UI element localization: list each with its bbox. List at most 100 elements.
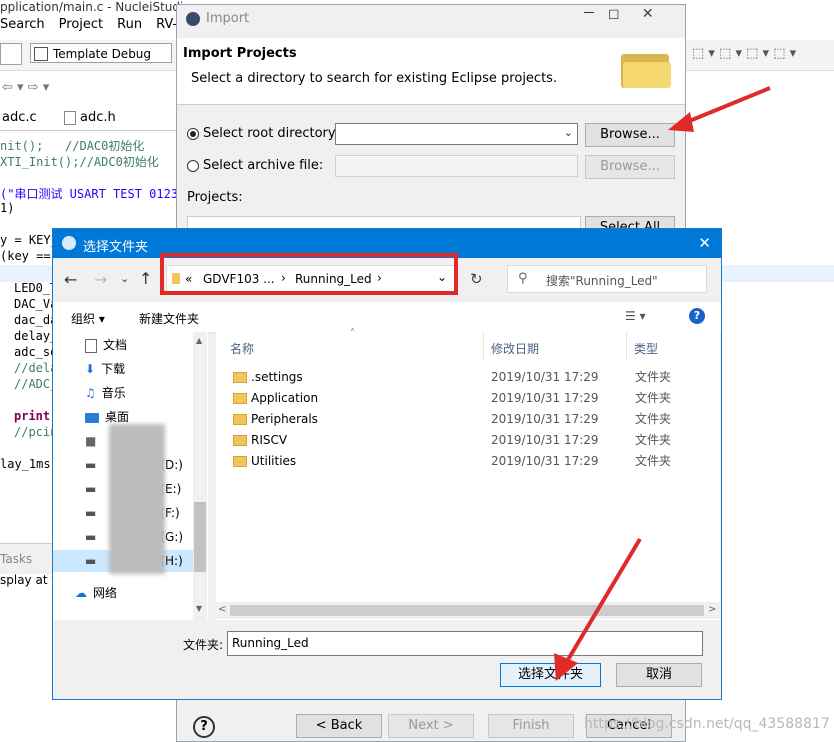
close-icon[interactable]: ✕ (698, 234, 711, 252)
code-line: DAC_Va (14, 297, 58, 311)
code-line: 1) (0, 201, 15, 215)
help-icon[interactable]: ? (689, 308, 705, 324)
scroll-down-icon[interactable]: ▼ (196, 604, 202, 613)
nav-item-drive[interactable]: ■ (85, 430, 102, 452)
code-line: delay_ (14, 329, 58, 343)
code-line: //dela (14, 361, 58, 375)
help-icon[interactable]: ? (193, 716, 215, 738)
archive-file-input[interactable] (335, 155, 578, 177)
folder-icon (233, 393, 247, 404)
window-controls[interactable]: ◻ ✕ (608, 6, 654, 22)
file-type: 文件夹 (635, 391, 672, 405)
search-placeholder: 搜索"Running_Led" (546, 274, 658, 288)
column-type[interactable]: 类型 (634, 340, 658, 357)
file-row[interactable]: Utilities 2019/10/31 17:29 文件夹 (216, 451, 716, 472)
drive-icon: ▬ (85, 554, 97, 568)
code-line: (key == (0, 249, 51, 263)
scroll-left-icon[interactable]: < (218, 604, 226, 615)
file-date: 2019/10/31 17:29 (491, 433, 599, 447)
menu-run[interactable]: Run (117, 17, 142, 32)
back-arrow-icon[interactable]: ← (64, 270, 77, 289)
archive-file-radio[interactable] (187, 160, 199, 172)
scroll-up-icon[interactable]: ▲ (196, 336, 202, 345)
nav-scroll-thumb[interactable] (194, 502, 206, 572)
minimize-icon[interactable] (584, 12, 594, 13)
nav-item-network[interactable]: ☁ 网络 (75, 582, 117, 604)
folder-icon (233, 414, 247, 425)
nav-item-music[interactable]: ♫ 音乐 (85, 382, 126, 404)
folder-name-value: Running_Led (232, 636, 309, 650)
back-button[interactable]: < Back (296, 714, 382, 738)
recent-chevron-icon[interactable]: ⌄ (120, 272, 129, 285)
nav-item-downloads[interactable]: ⬇ 下载 (85, 358, 125, 380)
file-icon (64, 111, 76, 125)
chevron-down-icon[interactable]: ⌄ (564, 126, 573, 139)
nav-scrollbar[interactable]: ▲ ▼ (193, 332, 207, 620)
file-row[interactable]: RISCV 2019/10/31 17:29 文件夹 (216, 430, 716, 451)
next-button[interactable]: Next > (388, 714, 474, 738)
browse-archive-button[interactable]: Browse... (585, 155, 675, 179)
sort-indicator-icon: ˄ (350, 328, 355, 339)
view-options-icon[interactable]: ☰ ▾ (625, 309, 646, 323)
code-line: y = KEY_ (0, 233, 58, 247)
nav-label: 音乐 (101, 386, 126, 400)
history-nav-icon[interactable]: ⇦ ▾ ⇨ ▾ (2, 80, 49, 95)
import-title: Import (206, 11, 250, 26)
navigation-pane: 文档 ⬇ 下载 ♫ 音乐 桌面 ■ ▬ (D:) ▬ (E:) ▬ (F:) ▬ (G:) … (53, 332, 208, 620)
refresh-icon[interactable]: ↻ (470, 270, 483, 288)
download-icon: ⬇ (85, 362, 96, 376)
code-line: lay_1ms( (0, 457, 58, 471)
launch-config-combo[interactable]: Template Debug (30, 43, 172, 63)
drive-icon: ▬ (85, 482, 97, 496)
root-directory-radio[interactable] (187, 128, 199, 140)
file-row[interactable]: .settings 2019/10/31 17:29 文件夹 (216, 367, 716, 388)
tab-adc-c[interactable]: adc.c (2, 110, 37, 125)
code-line: adc_so (14, 345, 58, 359)
nav-label: 文档 (103, 338, 128, 352)
file-date: 2019/10/31 17:29 (491, 454, 599, 468)
command-bar: 组织 ▾ 新建文件夹 ☰ ▾ ? (53, 302, 721, 333)
import-header-title: Import Projects (183, 46, 297, 61)
scroll-right-icon[interactable]: > (708, 604, 716, 615)
menu-project[interactable]: Project (59, 17, 103, 32)
code-line: //ADC_ (14, 377, 58, 391)
column-divider (626, 332, 627, 360)
code-line: //pcin (14, 425, 58, 439)
menu-search[interactable]: Search (0, 17, 45, 32)
drive-icon: ▬ (85, 506, 97, 520)
file-type: 文件夹 (635, 412, 672, 426)
code-line: nit(); //DAC0初始化 (0, 139, 145, 153)
up-arrow-icon[interactable]: ↑ (139, 269, 152, 288)
annotation-arrow (554, 537, 642, 681)
nav-item-documents[interactable]: 文档 (85, 334, 127, 356)
column-divider (483, 332, 484, 360)
mode-combo[interactable] (0, 43, 22, 65)
file-name: Utilities (251, 454, 297, 468)
tab-adc-h[interactable]: adc.h (80, 110, 116, 125)
column-date[interactable]: 修改日期 (491, 340, 539, 357)
file-row[interactable]: Application 2019/10/31 17:29 文件夹 (216, 388, 716, 409)
file-row[interactable]: Peripherals 2019/10/31 17:29 文件夹 (216, 409, 716, 430)
select-folder-title: 选择文件夹 (83, 240, 149, 255)
search-icon: ⚲ (518, 271, 528, 286)
search-box[interactable]: ⚲ 搜索"Running_Led" (507, 265, 707, 293)
watermark-text: https://blog.csdn.net/qq_43588817 (584, 716, 830, 732)
column-name[interactable]: 名称 (230, 340, 254, 357)
file-type: 文件夹 (635, 454, 672, 468)
root-directory-input[interactable]: ⌄ (335, 123, 578, 145)
organize-menu[interactable]: 组织 ▾ (71, 310, 105, 327)
toolbar-icons-right[interactable]: ⬚ ▾ ⬚ ▾ ⬚ ▾ ⬚ ▾ (692, 46, 796, 61)
tab-tasks[interactable]: Tasks (0, 552, 32, 566)
select-all-button[interactable]: Select All (585, 216, 675, 228)
editor-tabs: adc.c adc.h (0, 104, 180, 131)
annotation-arrow (668, 86, 771, 132)
music-icon: ♫ (85, 386, 96, 400)
eclipse-logo-icon (62, 236, 76, 250)
ide-menu-bar: Search Project Run RV-T (0, 17, 198, 37)
finish-button[interactable]: Finish (488, 714, 574, 738)
new-folder-button[interactable]: 新建文件夹 (139, 310, 199, 327)
forward-arrow-icon[interactable]: → (94, 270, 107, 289)
projects-label: Projects: (187, 190, 243, 205)
drive-icon: ■ (85, 434, 97, 448)
root-directory-label: Select root directory: (203, 126, 340, 141)
